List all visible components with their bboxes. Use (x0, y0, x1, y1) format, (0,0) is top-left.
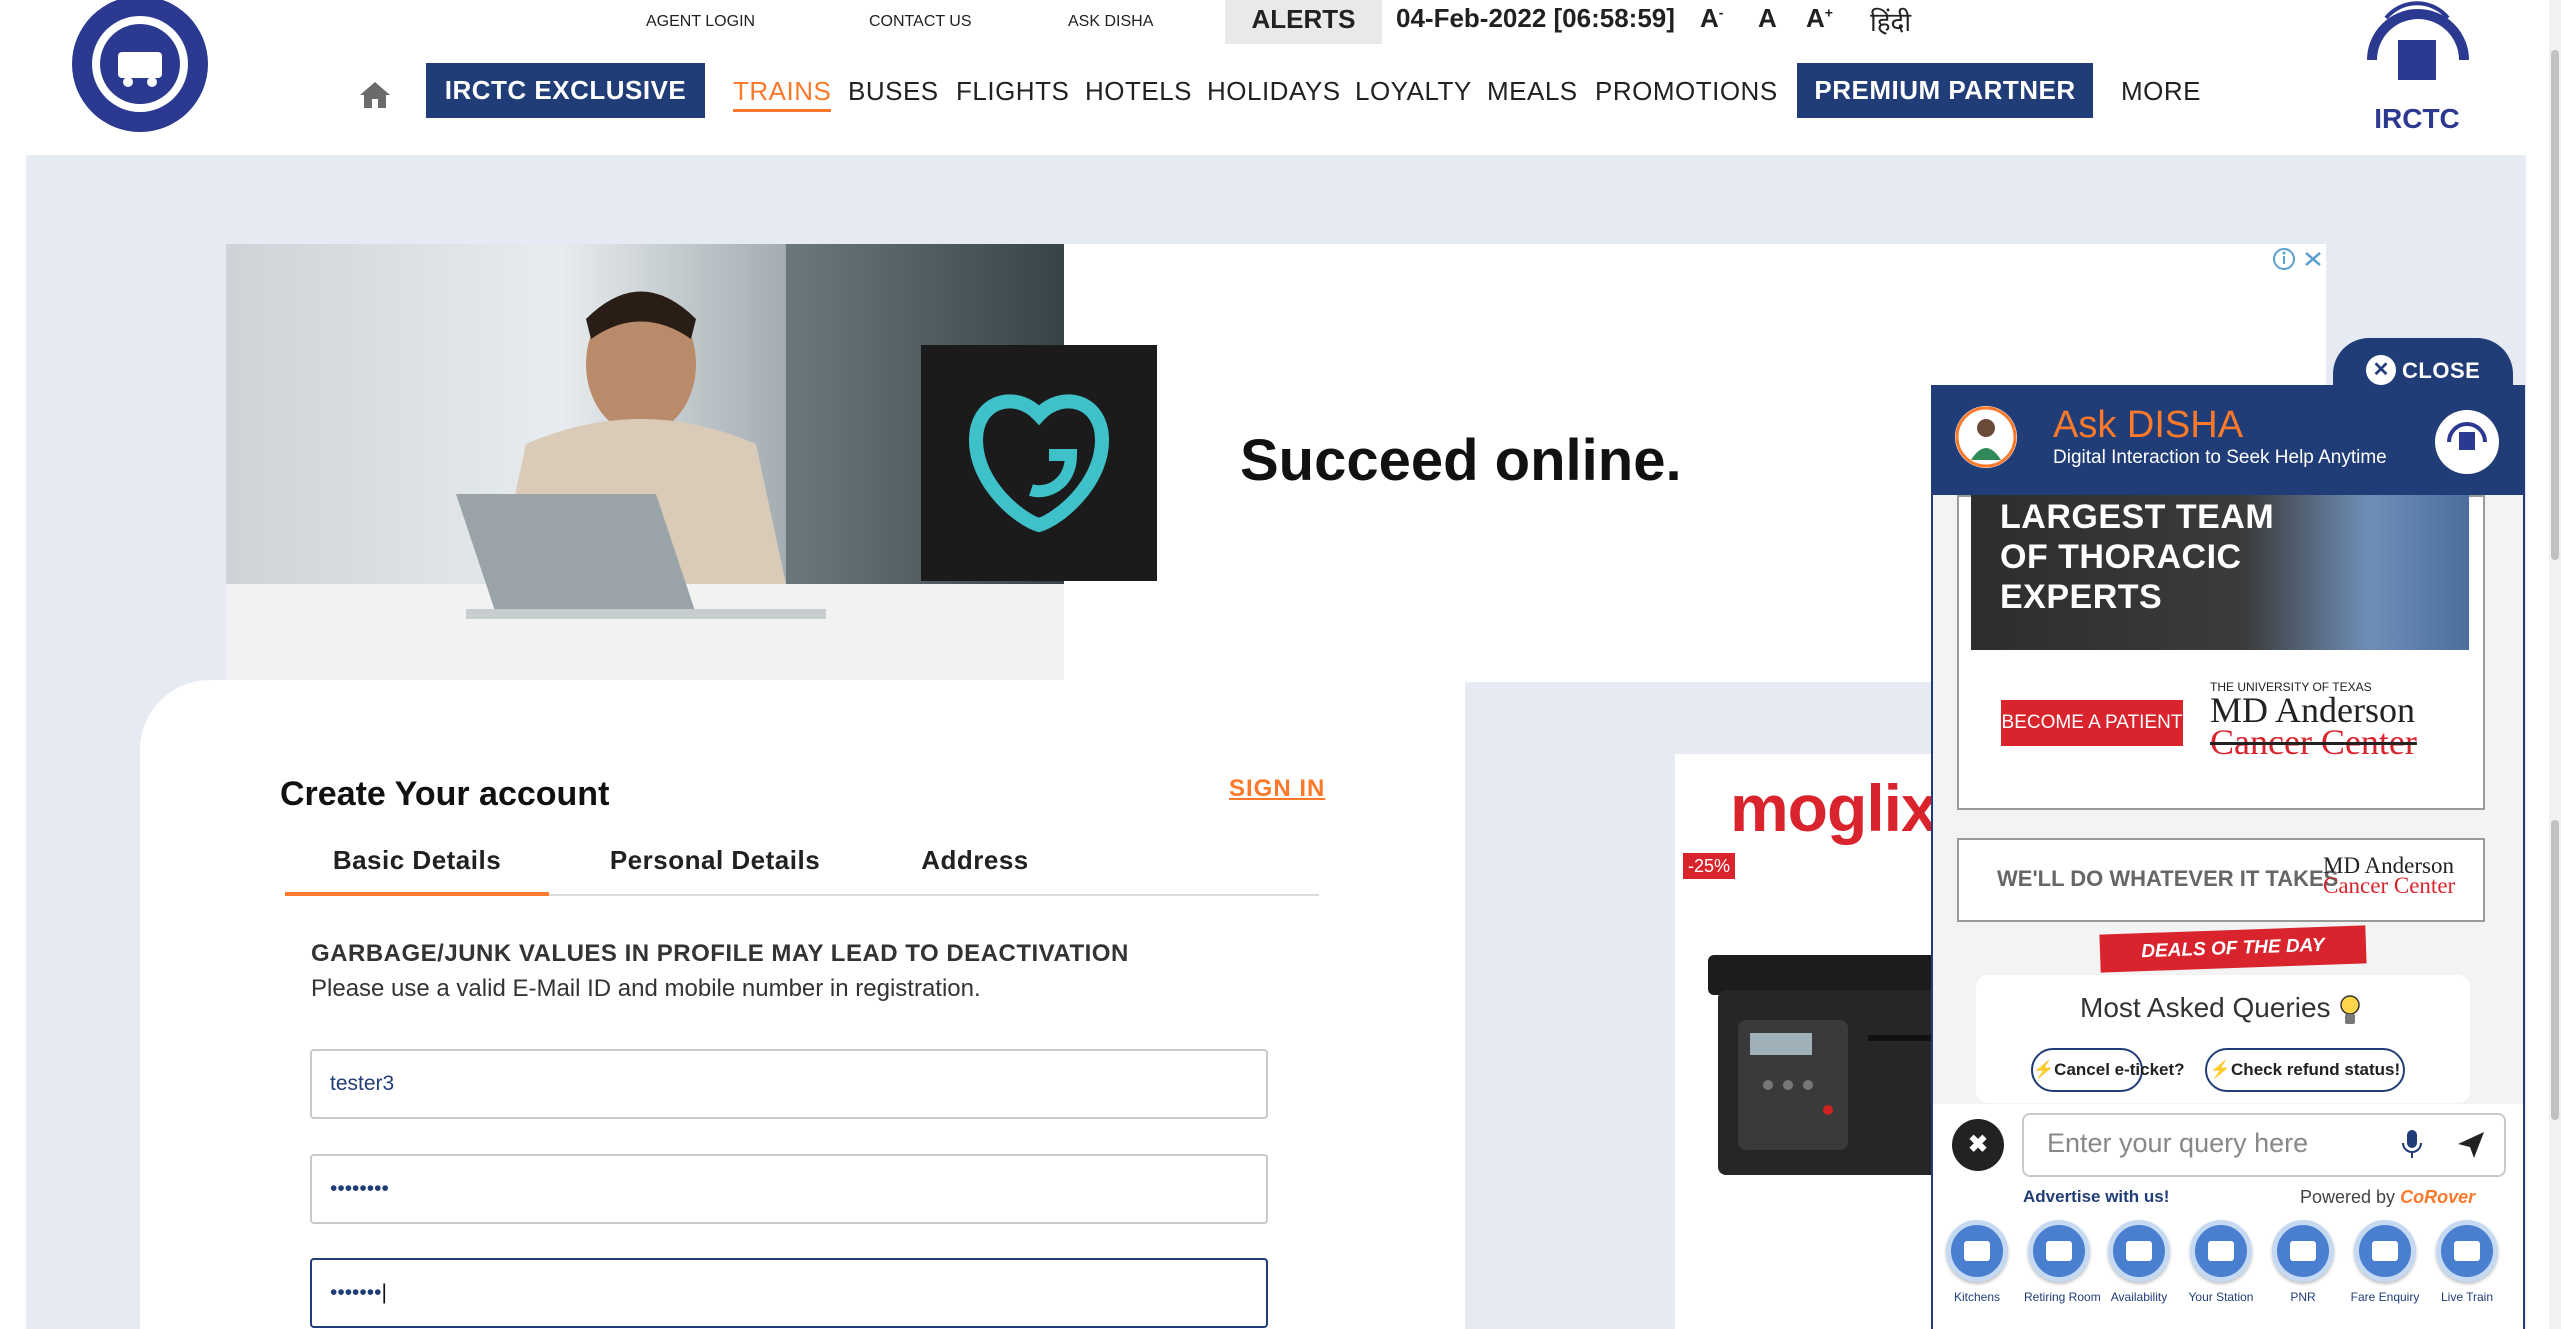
ad-headline: Succeed online. (1240, 428, 1682, 493)
nav-buses[interactable]: BUSES (848, 76, 939, 107)
service-fare-enquiry[interactable]: Fare Enquiry (2350, 1220, 2420, 1304)
hindi-language-link[interactable]: हिंदी (1870, 3, 1911, 39)
server-datetime: 04-Feb-2022 [06:58:59] (1396, 3, 1675, 33)
tab-basic-details[interactable]: Basic Details (285, 840, 549, 896)
tab-personal-details[interactable]: Personal Details (575, 840, 855, 896)
lightning-icon: ⚡ (2209, 1060, 2232, 1079)
service-retiring-room[interactable]: Retiring Room (2024, 1220, 2101, 1304)
chip-refund-status[interactable]: ⚡Check refund status! (2205, 1048, 2405, 1092)
bed-icon (2028, 1220, 2090, 1282)
disha-title: Ask DISHA (2053, 404, 2244, 446)
nav-loyalty[interactable]: LOYALTY (1355, 76, 1472, 107)
scrollbar-thumb[interactable] (2551, 50, 2559, 560)
premium-partner-button[interactable]: PREMIUM PARTNER (1797, 63, 2093, 118)
md-ad2-text: WE'LL DO WHATEVER IT TAKES (1997, 866, 2339, 891)
nav-meals[interactable]: MEALS (1487, 76, 1578, 107)
godaddy-logo (921, 345, 1157, 581)
send-icon[interactable] (2456, 1130, 2486, 1160)
font-normal-button[interactable]: A (1758, 3, 1777, 34)
chip-cancel-eticket[interactable]: ⚡Cancel e-ticket? (2031, 1048, 2185, 1092)
indian-railways-logo[interactable] (68, 0, 212, 134)
irctc-exclusive-button[interactable]: IRCTC EXCLUSIVE (426, 63, 705, 118)
confirm-password-input[interactable]: •••••••| (310, 1258, 1268, 1328)
service-availability[interactable]: Availability (2104, 1220, 2174, 1304)
nav-trains[interactable]: TRAINS (733, 76, 832, 112)
close-icon[interactable]: ✕ (2366, 355, 2396, 385)
kitchen-icon (1946, 1220, 2008, 1282)
alerts-button[interactable]: ALERTS (1225, 0, 1382, 44)
close-label[interactable]: CLOSE (2402, 358, 2480, 384)
nav-hotels[interactable]: HOTELS (1085, 76, 1192, 107)
clear-chat-button[interactable]: ✖ (1952, 1119, 2004, 1171)
agent-login-link[interactable]: AGENT LOGIN (646, 0, 755, 44)
font-increase-button[interactable]: A+ (1806, 3, 1833, 34)
service-kitchens[interactable]: Kitchens (1942, 1220, 2012, 1304)
lightning-icon: ⚡ (2033, 1060, 2055, 1079)
location-pin-icon (2436, 1220, 2498, 1282)
pnr-icon (2272, 1220, 2334, 1282)
warning-subtext: Please use a valid E-Mail ID and mobile … (311, 975, 981, 1002)
query-placeholder: Enter your query here (2047, 1128, 2309, 1158)
irctc-small-logo (2435, 410, 2499, 474)
service-live-train[interactable]: Live Train (2432, 1220, 2502, 1304)
font-decrease-button[interactable]: A- (1700, 3, 1723, 34)
nav-holidays[interactable]: HOLIDAYS (1207, 76, 1341, 107)
page: AGENT LOGIN CONTACT US ASK DISHA ALERTS … (0, 0, 2561, 1329)
confirm-password-value: ••••••• (330, 1281, 382, 1304)
moglix-logo: moglix (1730, 771, 1938, 845)
nav-more[interactable]: MORE (2121, 76, 2201, 107)
fare-icon (2354, 1220, 2416, 1282)
ask-disha-link[interactable]: ASK DISHA (1068, 0, 1153, 44)
powered-by: Powered by CoRover (2300, 1187, 2476, 1207)
nav-promotions[interactable]: PROMOTIONS (1595, 76, 1778, 107)
username-input[interactable]: tester3 (310, 1049, 1268, 1119)
contact-us-link[interactable]: CONTACT US (869, 0, 972, 44)
seat-icon (2108, 1220, 2170, 1282)
sign-in-link[interactable]: SIGN IN (1229, 775, 1325, 803)
microphone-icon[interactable] (2400, 1128, 2424, 1160)
home-icon[interactable] (358, 80, 392, 110)
svg-text:IRCTC: IRCTC (2374, 103, 2460, 134)
irctc-logo[interactable]: IRCTC (2352, 0, 2482, 140)
station-icon (2190, 1220, 2252, 1282)
become-patient-button[interactable]: BECOME A PATIENT (2001, 700, 2183, 746)
advertise-link[interactable]: Advertise with us! (2023, 1187, 2169, 1207)
registration-tabs: Basic Details Personal Details Address (285, 840, 1319, 896)
deactivation-warning: GARBAGE/JUNK VALUES IN PROFILE MAY LEAD … (311, 940, 1129, 967)
queries-title: Most Asked Queries (2080, 992, 2331, 1023)
md-anderson-logo: THE UNIVERSITY OF TEXAS MD Anderson Canc… (2210, 680, 2417, 762)
tab-address[interactable]: Address (875, 840, 1075, 896)
chat-scrollbar-thumb[interactable] (2551, 820, 2559, 1120)
disha-subtitle: Digital Interaction to Seek Help Anytime (2053, 447, 2387, 468)
md-anderson-small-logo: MD Anderson Cancer Center (2323, 853, 2456, 898)
text-cursor: | (381, 1281, 387, 1304)
bulb-icon (2340, 995, 2360, 1024)
password-input[interactable]: •••••••• (310, 1154, 1268, 1224)
ad-choices-icon[interactable] (2272, 247, 2326, 271)
service-pnr[interactable]: PNR (2268, 1220, 2338, 1304)
nav-flights[interactable]: FLIGHTS (956, 76, 1069, 107)
md-ad-headline: LARGEST TEAM OF THORACIC EXPERTS (2000, 498, 2275, 616)
discount-badge: -25% (1683, 853, 1735, 879)
page-title: Create Your account (280, 775, 610, 813)
disha-avatar-icon (1955, 406, 2017, 468)
service-your-station[interactable]: Your Station (2186, 1220, 2256, 1304)
